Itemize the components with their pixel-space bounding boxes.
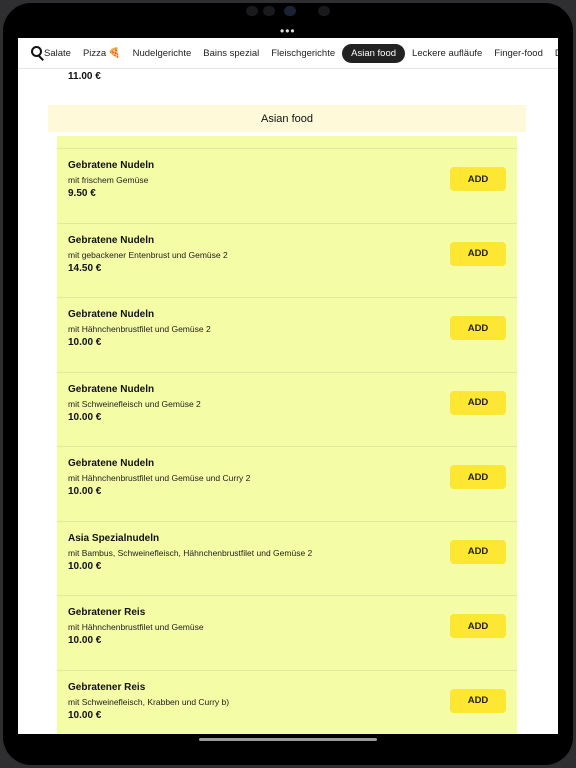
add-button[interactable]: ADD (450, 465, 506, 489)
menu-item-list: Gebratene Nudeln mit frischem Gemüse 9.5… (57, 136, 517, 744)
device-frame: ••• Salate Pizza 🍕 Nudelgerichte Bains sp… (0, 0, 576, 768)
menu-item: Gebratene Nudeln mit Schweinefleisch und… (57, 373, 517, 447)
add-button[interactable]: ADD (450, 316, 506, 340)
add-button[interactable]: ADD (450, 539, 506, 564)
tab-nudelgerichte[interactable]: Nudelgerichte (128, 44, 197, 63)
status-bar: ••• (18, 26, 558, 38)
menu-item: Gebratene Nudeln mit frischem Gemüse 9.5… (57, 149, 517, 224)
item-name: Gebratener Reis (68, 681, 146, 693)
item-price: 10.00 € (68, 486, 102, 497)
tab-bains-spezial[interactable]: Bains spezial (198, 44, 264, 63)
menu-content[interactable]: 11.00 € Asian food Gebratene Nudeln mit … (18, 69, 558, 744)
sensor-icon (263, 6, 275, 16)
item-price: 10.00 € (68, 635, 102, 646)
tab-pizza[interactable]: Pizza 🍕 (78, 44, 126, 63)
tab-asian-food[interactable]: Asian food (342, 43, 406, 63)
menu-item: Gebratener Reis mit Schweinefleisch, Kra… (57, 671, 517, 745)
tab-leckere-auflaeufe[interactable]: Leckere aufläufe (407, 44, 487, 63)
tab-pizza-label: Pizza (82, 47, 107, 59)
item-name: Gebratene Nudeln (68, 383, 155, 395)
item-price: 10.00 € (68, 709, 102, 721)
add-button[interactable]: ADD (450, 614, 506, 638)
menu-item: Gebratene Nudeln mit Hähnchenbrustfilet … (57, 447, 517, 522)
item-name: Asia Spezialnudeln (68, 532, 160, 544)
pizza-icon: 🍕 (108, 47, 121, 59)
item-description: mit Bambus, Schweinefleisch, Hähnchenbru… (68, 547, 313, 558)
item-description: mit Schweinefleisch und Gemüse 2 (68, 398, 201, 409)
previous-item-price: 11.00 € (68, 71, 101, 82)
item-description: mit gebackener Entenbrust und Gemüse 2 (68, 249, 228, 260)
item-price: 10.00 € (68, 337, 102, 348)
item-price: 14.50 € (68, 262, 102, 274)
item-price: 10.00 € (68, 411, 102, 423)
add-button[interactable]: ADD (450, 390, 506, 415)
item-name: Gebratener Reis (68, 607, 146, 618)
item-description: mit Hähnchenbrustfilet und Gemüse (68, 622, 204, 632)
item-price: 9.50 € (68, 188, 96, 199)
list-divider (57, 136, 517, 149)
home-indicator[interactable] (199, 738, 377, 741)
tab-salate[interactable]: Salate (39, 44, 76, 63)
menu-item: Gebratene Nudeln mit Hähnchenbrustfilet … (57, 298, 517, 373)
menu-item: Asia Spezialnudeln mit Bambus, Schweinef… (57, 522, 517, 596)
item-name: Gebratene Nudeln (68, 309, 155, 320)
add-button[interactable]: ADD (450, 688, 506, 713)
app-screen: ••• Salate Pizza 🍕 Nudelgerichte Bains sp… (18, 26, 558, 744)
tab-fleischgerichte[interactable]: Fleischgerichte (266, 44, 340, 63)
item-name: Gebratene Nudeln (68, 458, 155, 469)
category-nav: Salate Pizza 🍕 Nudelgerichte Bains spezia… (18, 38, 558, 69)
add-button[interactable]: ADD (450, 241, 506, 266)
item-name: Gebratene Nudeln (68, 234, 155, 246)
sensor-icon (246, 6, 258, 16)
multitasking-dots-icon[interactable]: ••• (280, 26, 296, 37)
tab-next[interactable]: D (550, 44, 558, 63)
item-description: mit Schweinefleisch, Krabben und Curry b… (68, 696, 230, 707)
item-name: Gebratene Nudeln (68, 160, 155, 171)
menu-item: Gebratene Nudeln mit gebackener Entenbru… (57, 224, 517, 298)
add-button[interactable]: ADD (450, 167, 506, 191)
section-header: Asian food (48, 105, 526, 132)
tab-finger-food[interactable]: Finger-food (489, 44, 548, 63)
menu-item: Gebratener Reis mit Hähnchenbrustfilet u… (57, 596, 517, 671)
item-description: mit frischem Gemüse (68, 175, 149, 185)
item-description: mit Hähnchenbrustfilet und Gemüse und Cu… (68, 473, 251, 483)
camera-icon (284, 6, 296, 16)
sensor-icon (318, 6, 330, 16)
section-title: Asian food (261, 112, 313, 125)
item-price: 10.00 € (68, 560, 102, 572)
item-description: mit Hähnchenbrustfilet und Gemüse 2 (68, 324, 211, 334)
